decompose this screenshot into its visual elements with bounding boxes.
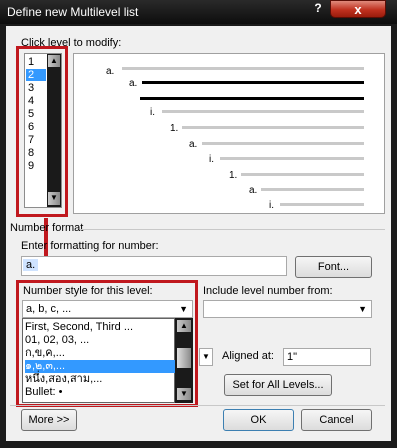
- chevron-down-icon[interactable]: ▼: [358, 304, 367, 314]
- level-item[interactable]: 1: [26, 56, 46, 68]
- preview-line-selected: [140, 97, 364, 100]
- scroll-up-icon[interactable]: ▲: [177, 320, 191, 332]
- level-list[interactable]: 1 2 3 4 5 6 7 8 9 ▲ ▼: [24, 53, 62, 208]
- scroll-down-icon[interactable]: ▼: [48, 192, 60, 205]
- footer-divider: [10, 405, 385, 406]
- preview-line: [202, 142, 364, 145]
- preview-label: a.: [129, 78, 138, 89]
- chevron-down-icon[interactable]: ▼: [202, 352, 210, 361]
- number-format-label: Number format: [10, 222, 84, 234]
- level-preview: a. a. i. 1. a. i. 1. a. i.: [73, 53, 385, 214]
- number-style-label: Number style for this level:: [23, 285, 153, 297]
- dropdown-option[interactable]: ก,ข,ค,...: [25, 347, 175, 360]
- dropdown-option-highlighted[interactable]: ๑,๒,๓,...: [25, 360, 175, 373]
- preview-line: [162, 110, 364, 113]
- preview-line: [182, 126, 364, 129]
- include-level-label: Include level number from:: [203, 285, 333, 297]
- dropdown-option[interactable]: Bullet: •: [25, 386, 175, 399]
- scroll-thumb[interactable]: [177, 348, 191, 368]
- preview-label: a.: [249, 185, 258, 196]
- preview-line: [241, 173, 364, 176]
- preview-label: i.: [209, 154, 214, 165]
- aligned-at-label: Aligned at:: [222, 350, 274, 362]
- dropdown-option[interactable]: 01, 02, 03, ...: [25, 334, 175, 347]
- preview-label: a.: [106, 66, 115, 77]
- dropdown-option[interactable]: First, Second, Third ...: [25, 321, 175, 334]
- preview-line: [220, 157, 364, 160]
- font-button[interactable]: Font...: [295, 256, 372, 278]
- include-level-select[interactable]: ▼: [203, 300, 372, 318]
- level-item[interactable]: 6: [26, 121, 46, 133]
- level-item[interactable]: 3: [26, 82, 46, 94]
- cancel-button[interactable]: Cancel: [301, 409, 372, 431]
- section-divider: [80, 229, 385, 230]
- preview-label: i.: [150, 107, 155, 118]
- window-title: Define new Multilevel list: [7, 5, 139, 19]
- more-button[interactable]: More >>: [21, 409, 77, 431]
- preview-line-selected: [142, 81, 364, 84]
- preview-line: [261, 188, 364, 191]
- level-item[interactable]: 5: [26, 108, 46, 120]
- enter-formatting-label: Enter formatting for number:: [21, 240, 159, 252]
- scroll-up-icon[interactable]: ▲: [48, 55, 60, 67]
- preview-line: [122, 67, 364, 70]
- aligned-at-value: 1": [287, 351, 298, 363]
- preview-label: a.: [189, 139, 198, 150]
- preview-label: i.: [269, 200, 274, 211]
- level-item-selected[interactable]: 2: [26, 69, 46, 81]
- level-item[interactable]: 4: [26, 95, 46, 107]
- number-format-value: a.: [23, 259, 39, 271]
- number-style-select[interactable]: a, b, c, ... ▼: [22, 300, 193, 318]
- position-spinner[interactable]: ▼: [199, 348, 213, 366]
- close-button[interactable]: x: [330, 0, 386, 18]
- number-style-value: a, b, c, ...: [26, 303, 72, 315]
- level-item[interactable]: 7: [26, 134, 46, 146]
- dropdown-scrollbar[interactable]: ▲ ▼: [175, 318, 193, 403]
- number-format-field[interactable]: a.: [21, 256, 287, 276]
- chevron-down-icon[interactable]: ▼: [179, 304, 188, 314]
- set-for-all-levels-button[interactable]: Set for All Levels...: [224, 374, 332, 396]
- preview-label: 1.: [170, 123, 179, 134]
- dropdown-option[interactable]: หนึ่ง,สอง,สาม,...: [25, 373, 175, 386]
- preview-line: [280, 203, 364, 206]
- ok-button[interactable]: OK: [223, 409, 294, 431]
- level-scrollbar[interactable]: ▲ ▼: [47, 54, 61, 207]
- scroll-down-icon[interactable]: ▼: [177, 388, 191, 400]
- aligned-at-field[interactable]: 1": [283, 348, 371, 366]
- title-bar: Define new Multilevel list ? x: [0, 0, 397, 24]
- number-style-dropdown[interactable]: First, Second, Third ... 01, 02, 03, ...…: [22, 318, 175, 403]
- preview-label: 1.: [229, 170, 238, 181]
- help-button[interactable]: ?: [308, 0, 328, 17]
- level-item[interactable]: 8: [26, 147, 46, 159]
- level-item[interactable]: 9: [26, 160, 46, 172]
